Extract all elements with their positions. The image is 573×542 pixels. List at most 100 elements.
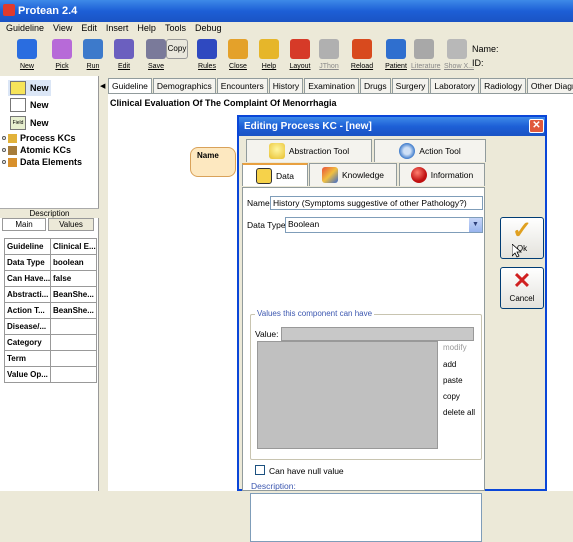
name-field[interactable]: History (Symptoms suggestive of other Pa… [270, 196, 483, 210]
tab-abstraction-tool[interactable]: Abstraction Tool [246, 139, 372, 162]
property-row[interactable]: Guideline Clinical E... [4, 238, 97, 255]
tab-information[interactable]: Information [399, 163, 485, 186]
tab-knowledge[interactable]: Knowledge [309, 163, 397, 186]
property-row[interactable]: Value Op... [4, 366, 97, 383]
menu-insert[interactable]: Insert [100, 22, 132, 33]
property-row[interactable]: Disease/... [4, 318, 97, 335]
tree-process-kcs[interactable]: Process KCs [2, 133, 76, 143]
expand-icon[interactable] [2, 160, 6, 164]
add-action[interactable]: add [443, 360, 456, 369]
tab-examination[interactable]: Examination [304, 78, 359, 93]
property-value [50, 318, 97, 335]
new-button[interactable]: New [14, 38, 40, 76]
property-value: boolean [50, 254, 97, 271]
modify-action[interactable]: modify [443, 343, 467, 352]
null-value-checkbox[interactable] [255, 465, 265, 475]
rules-button[interactable]: Rules [194, 38, 220, 76]
property-key: Term [4, 350, 51, 367]
collapse-arrow-icon[interactable]: ◀ [100, 82, 105, 90]
palette-item-new-3[interactable]: Field New [10, 116, 49, 130]
delete-all-action[interactable]: delete all [443, 408, 475, 417]
save-icon [146, 39, 166, 59]
tab-guideline[interactable]: Guideline [108, 78, 152, 93]
canvas-title: Clinical Evaluation Of The Complaint Of … [110, 98, 337, 108]
chevron-down-icon[interactable]: ▼ [469, 218, 482, 232]
mouse-cursor-icon [512, 244, 522, 258]
description-header: Description [0, 208, 99, 218]
property-value [50, 366, 97, 383]
data-panel: Name History (Symptoms suggestive of oth… [242, 187, 485, 542]
toolbar-label: Literature [411, 63, 441, 70]
property-key: Guideline [4, 238, 51, 255]
tab-data[interactable]: Data [242, 163, 308, 186]
tab-demographics[interactable]: Demographics [152, 78, 216, 93]
property-row[interactable]: Data Type boolean [4, 254, 97, 271]
folder-icon [8, 157, 17, 167]
edit-button[interactable]: Edit [111, 38, 137, 76]
tree-data-elements[interactable]: Data Elements [2, 157, 82, 167]
close-icon[interactable]: ✕ [529, 119, 544, 133]
property-tabs: Main Values [2, 218, 98, 231]
property-row[interactable]: Action T... BeanShe... [4, 302, 97, 319]
literature-button[interactable]: Literature [411, 38, 441, 76]
jthon-button[interactable]: JThon [316, 38, 342, 76]
tab-encounters[interactable]: Encounters [216, 78, 268, 93]
new-icon [17, 39, 37, 59]
description-textarea[interactable] [250, 493, 482, 542]
paste-action[interactable]: paste [443, 376, 463, 385]
tab-surgery[interactable]: Surgery [391, 78, 430, 93]
tab-other-diagnostic[interactable]: Other Diagnostic [526, 78, 573, 93]
property-key: Abstracti... [4, 286, 51, 303]
palette-item-new-1[interactable]: New [8, 80, 51, 96]
show-x-button[interactable]: Show X... [444, 38, 474, 76]
data-type-value: Boolean [288, 219, 320, 229]
property-value: BeanShe... [50, 286, 97, 303]
menu-tools[interactable]: Tools [159, 22, 189, 33]
tab-radiology[interactable]: Radiology [480, 78, 526, 93]
copy-action[interactable]: copy [443, 392, 460, 401]
run-button[interactable]: Run [80, 38, 106, 76]
property-row[interactable]: Abstracti... BeanShe... [4, 286, 97, 303]
toolbar-label: Patient [385, 63, 407, 70]
value-field[interactable] [281, 327, 474, 341]
help-icon [259, 39, 279, 59]
help-button[interactable]: Help [256, 38, 282, 76]
menu-help[interactable]: Help [131, 22, 159, 33]
tree-atomic-kcs[interactable]: Atomic KCs [2, 145, 71, 155]
property-row[interactable]: Term [4, 350, 97, 367]
expand-icon[interactable] [2, 136, 6, 140]
palette-item-new-2[interactable]: New [10, 98, 49, 112]
abstraction-bulb-icon [268, 143, 285, 159]
layout-button[interactable]: Layout [287, 38, 313, 76]
menu-view[interactable]: View [47, 22, 75, 33]
pick-button[interactable]: Pick [49, 38, 75, 76]
toolbar-label: Pick [55, 63, 69, 70]
folder-icon [8, 133, 17, 143]
note-icon [10, 81, 26, 95]
cancel-button[interactable]: ✕ Cancel [500, 267, 544, 309]
copy-button[interactable]: Copy [164, 38, 190, 76]
null-value-label: Can have null value [269, 466, 344, 476]
ok-button[interactable]: ✓ Ok [500, 217, 544, 259]
process-kc-node[interactable]: Name [190, 147, 236, 177]
close-button[interactable]: Close [225, 38, 251, 76]
property-row[interactable]: Category [4, 334, 97, 351]
property-key: Action T... [4, 302, 51, 319]
data-type-select[interactable]: Boolean ▼ [285, 217, 483, 233]
values-list[interactable] [257, 341, 438, 449]
tab-action-tool[interactable]: Action Tool [374, 139, 486, 162]
tab-history[interactable]: History [268, 78, 304, 93]
menu-debug[interactable]: Debug [189, 22, 225, 33]
menu-edit[interactable]: Edit [75, 22, 100, 33]
tab-laboratory[interactable]: Laboratory [430, 78, 480, 93]
menu-guideline[interactable]: Guideline [0, 22, 47, 33]
tab-values[interactable]: Values [48, 218, 94, 231]
reload-button[interactable]: Reload [349, 38, 375, 76]
property-row[interactable]: Can Have... false [4, 270, 97, 287]
reload-icon [352, 39, 372, 59]
expand-icon[interactable] [2, 148, 6, 152]
patient-button[interactable]: Patient [383, 38, 409, 76]
patient-id-label: ID: [472, 58, 484, 68]
tab-main[interactable]: Main [2, 218, 46, 231]
tab-drugs[interactable]: Drugs [359, 78, 391, 93]
